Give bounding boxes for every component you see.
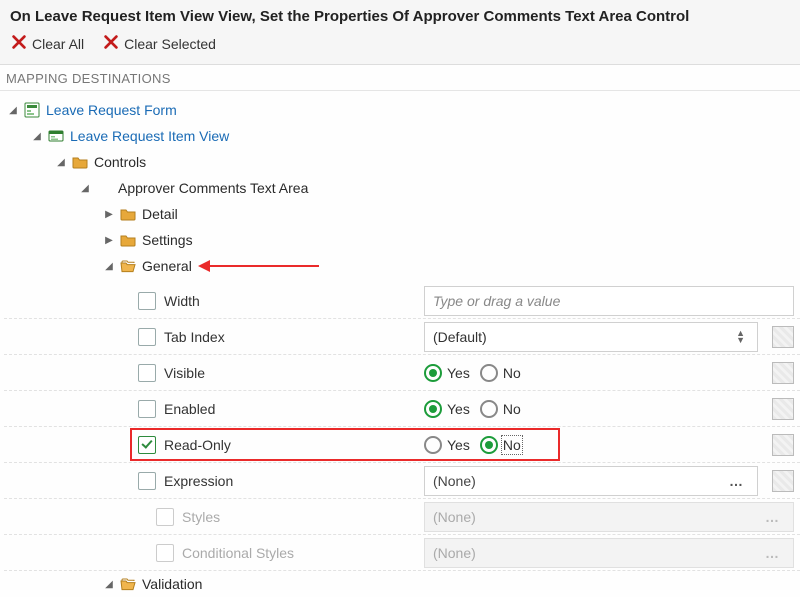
- x-icon: [102, 33, 120, 54]
- dropdown-value: (Default): [433, 329, 487, 345]
- blank-icon: [96, 180, 112, 196]
- clear-selected-label: Clear Selected: [124, 36, 216, 52]
- prop-label: Enabled: [164, 401, 215, 417]
- prop-row-width: Width Type or drag a value: [4, 283, 800, 319]
- tree-label: Detail: [142, 206, 178, 222]
- tree-label: General: [142, 258, 192, 274]
- tree-label: Leave Request Item View: [70, 128, 229, 144]
- prop-row-conditional-styles: Conditional Styles (None) …: [4, 535, 800, 571]
- styles-field: (None) …: [424, 502, 794, 532]
- tree-row-view[interactable]: ◢ Leave Request Item View: [4, 123, 800, 149]
- caret-expanded-icon[interactable]: ◢: [80, 183, 90, 194]
- annotation-arrow: [204, 265, 319, 267]
- edit-icon[interactable]: [772, 362, 794, 384]
- clear-selected-button[interactable]: Clear Selected: [102, 33, 216, 54]
- folder-icon: [72, 154, 88, 170]
- x-icon: [10, 33, 28, 54]
- prop-checkbox-readonly[interactable]: [138, 436, 156, 454]
- tree: ◢ Leave Request Form ◢ Leave Request Ite…: [0, 91, 800, 597]
- radio-label: No: [503, 401, 521, 417]
- prop-label: Width: [164, 293, 200, 309]
- enabled-yes-radio[interactable]: Yes: [424, 400, 470, 418]
- edit-icon[interactable]: [772, 434, 794, 456]
- prop-checkbox-tabindex[interactable]: [138, 328, 156, 346]
- edit-icon[interactable]: [772, 470, 794, 492]
- form-icon: [24, 102, 40, 118]
- radio-label: Yes: [447, 365, 470, 381]
- edit-icon[interactable]: [772, 398, 794, 420]
- ellipsis-icon[interactable]: …: [723, 473, 749, 489]
- tree-row-general[interactable]: ◢ General: [4, 253, 800, 279]
- prop-row-styles: Styles (None) …: [4, 499, 800, 535]
- folder-open-icon: [120, 576, 136, 592]
- caret-collapsed-icon[interactable]: ▶: [104, 235, 114, 246]
- radio-label: No: [503, 437, 521, 453]
- tree-label: Controls: [94, 154, 146, 170]
- tree-row-settings[interactable]: ▶ Settings: [4, 227, 800, 253]
- tree-row-validation[interactable]: ◢ Validation: [4, 571, 800, 597]
- expression-value: (None): [433, 473, 476, 489]
- visible-yes-radio[interactable]: Yes: [424, 364, 470, 382]
- condstyles-value: (None): [433, 545, 476, 561]
- caret-expanded-icon[interactable]: ◢: [32, 131, 42, 142]
- radio-label: Yes: [447, 401, 470, 417]
- ellipsis-icon: …: [759, 545, 785, 561]
- tree-row-control[interactable]: ◢ Approver Comments Text Area: [4, 175, 800, 201]
- stepper-icon[interactable]: ▲▼: [732, 330, 749, 344]
- tree-label: Validation: [142, 576, 202, 592]
- prop-label: Conditional Styles: [182, 545, 294, 561]
- section-heading: MAPPING DESTINATIONS: [0, 65, 800, 91]
- annotation-arrow-head: [198, 260, 210, 272]
- folder-open-icon: [120, 258, 136, 274]
- page-title: On Leave Request Item View View, Set the…: [10, 8, 790, 25]
- radio-label: Yes: [447, 437, 470, 453]
- folder-icon: [120, 232, 136, 248]
- caret-expanded-icon[interactable]: ◢: [104, 261, 114, 272]
- prop-row-expression: Expression (None) …: [4, 463, 800, 499]
- readonly-yes-radio[interactable]: Yes: [424, 436, 470, 454]
- tree-row-controls[interactable]: ◢ Controls: [4, 149, 800, 175]
- prop-row-tabindex: Tab Index (Default) ▲▼: [4, 319, 800, 355]
- prop-checkbox-enabled[interactable]: [138, 400, 156, 418]
- width-input[interactable]: Type or drag a value: [424, 286, 794, 316]
- tree-row-detail[interactable]: ▶ Detail: [4, 201, 800, 227]
- view-icon: [48, 128, 64, 144]
- condstyles-field: (None) …: [424, 538, 794, 568]
- clear-all-label: Clear All: [32, 36, 84, 52]
- prop-row-enabled: Enabled Yes No: [4, 391, 800, 427]
- radio-label: No: [503, 365, 521, 381]
- styles-value: (None): [433, 509, 476, 525]
- prop-checkbox-visible[interactable]: [138, 364, 156, 382]
- tree-label: Approver Comments Text Area: [118, 180, 308, 196]
- prop-label: Tab Index: [164, 329, 225, 345]
- prop-checkbox-expression[interactable]: [138, 472, 156, 490]
- edit-icon[interactable]: [772, 326, 794, 348]
- ellipsis-icon: …: [759, 509, 785, 525]
- prop-checkbox-width[interactable]: [138, 292, 156, 310]
- prop-label: Visible: [164, 365, 205, 381]
- caret-expanded-icon[interactable]: ◢: [8, 105, 18, 116]
- tabindex-dropdown[interactable]: (Default) ▲▼: [424, 322, 758, 352]
- caret-collapsed-icon[interactable]: ▶: [104, 209, 114, 220]
- visible-no-radio[interactable]: No: [480, 364, 521, 382]
- caret-expanded-icon[interactable]: ◢: [56, 157, 66, 168]
- prop-label: Expression: [164, 473, 233, 489]
- tree-label: Leave Request Form: [46, 102, 177, 118]
- expression-field[interactable]: (None) …: [424, 466, 758, 496]
- prop-label: Read-Only: [164, 437, 231, 453]
- enabled-no-radio[interactable]: No: [480, 400, 521, 418]
- folder-icon: [120, 206, 136, 222]
- prop-checkbox-styles[interactable]: [156, 508, 174, 526]
- prop-label: Styles: [182, 509, 220, 525]
- prop-row-visible: Visible Yes No: [4, 355, 800, 391]
- prop-checkbox-condstyles[interactable]: [156, 544, 174, 562]
- tree-row-form[interactable]: ◢ Leave Request Form: [4, 97, 800, 123]
- clear-all-button[interactable]: Clear All: [10, 33, 84, 54]
- readonly-no-radio[interactable]: No: [480, 436, 521, 454]
- tree-label: Settings: [142, 232, 193, 248]
- caret-expanded-icon[interactable]: ◢: [104, 579, 114, 590]
- prop-row-readonly: Read-Only Yes No: [4, 427, 800, 463]
